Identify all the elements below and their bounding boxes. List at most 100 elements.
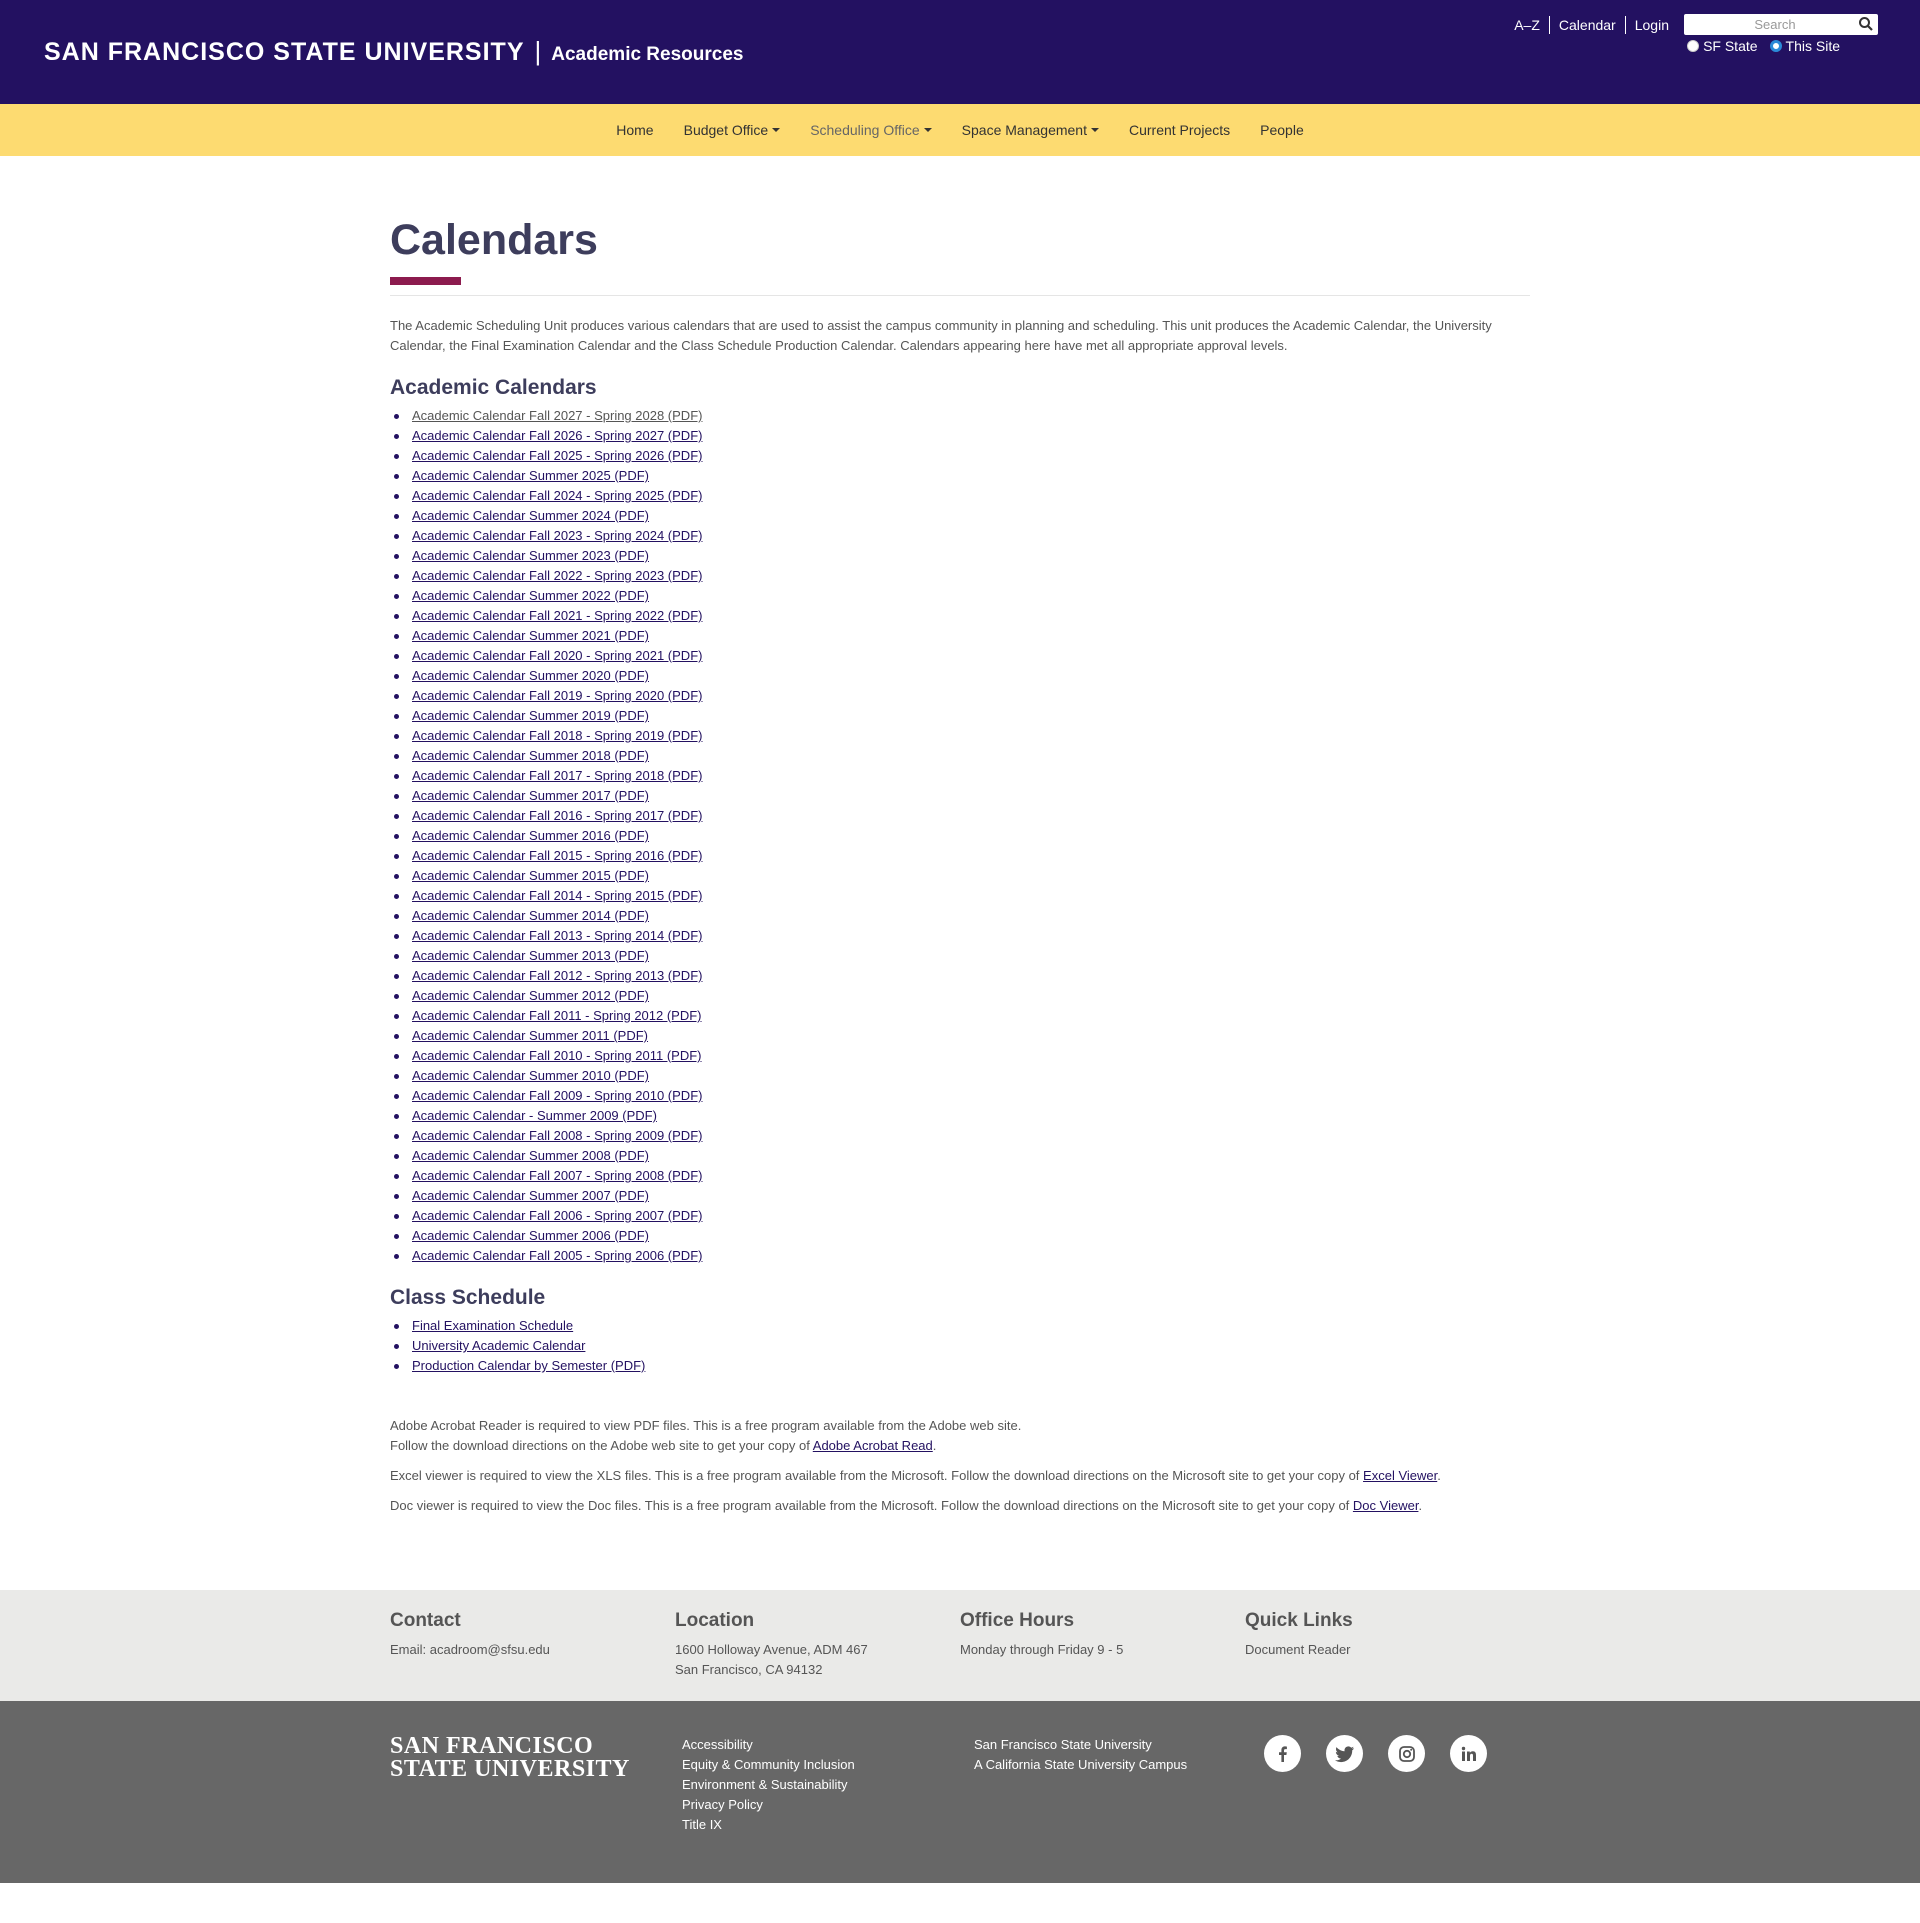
university-name[interactable]: SAN FRANCISCO STATE UNIVERSITY [44, 38, 525, 67]
class-schedule-link[interactable]: Production Calendar by Semester (PDF) [412, 1358, 645, 1373]
academic-calendar-link[interactable]: Academic Calendar Fall 2007 - Spring 200… [412, 1168, 702, 1183]
academic-calendar-link[interactable]: Academic Calendar Summer 2012 (PDF) [412, 988, 649, 1003]
academic-calendar-link[interactable]: Academic Calendar Fall 2016 - Spring 201… [412, 808, 702, 823]
nav-home[interactable]: Home [616, 122, 653, 138]
academic-calendar-link[interactable]: Academic Calendar Summer 2020 (PDF) [412, 668, 649, 683]
radio-thissite[interactable] [1769, 40, 1782, 52]
academic-calendar-link[interactable]: Academic Calendar Fall 2011 - Spring 201… [412, 1008, 702, 1023]
academic-calendar-link[interactable]: Academic Calendar Summer 2023 (PDF) [412, 548, 649, 563]
site-header: SAN FRANCISCO STATE UNIVERSITY | Academi… [0, 0, 1920, 104]
academic-calendar-link[interactable]: Academic Calendar Fall 2005 - Spring 200… [412, 1248, 702, 1263]
footer-links: Accessibility Equity & Community Inclusi… [682, 1735, 974, 1835]
nav-scheduling-office[interactable]: Scheduling Office [810, 122, 932, 138]
login-link[interactable]: Login [1626, 17, 1678, 33]
academic-calendar-link[interactable]: Academic Calendar Summer 2013 (PDF) [412, 948, 649, 963]
academic-calendar-link[interactable]: Academic Calendar Summer 2024 (PDF) [412, 508, 649, 523]
nav-space-management[interactable]: Space Management [962, 122, 1099, 138]
twitter-icon[interactable] [1326, 1735, 1363, 1772]
academic-calendar-link[interactable]: Academic Calendar Fall 2026 - Spring 202… [412, 428, 702, 443]
list-item: Academic Calendar Fall 2015 - Spring 201… [394, 846, 1530, 866]
footer-university-name[interactable]: San Francisco State University [974, 1735, 1266, 1755]
academic-calendar-link[interactable]: Academic Calendar Summer 2025 (PDF) [412, 468, 649, 483]
academic-calendar-link[interactable]: Academic Calendar Fall 2008 - Spring 200… [412, 1128, 702, 1143]
academic-calendar-link[interactable]: Academic Calendar Fall 2014 - Spring 201… [412, 888, 702, 903]
academic-calendar-link[interactable]: Academic Calendar Summer 2018 (PDF) [412, 748, 649, 763]
accessibility-link[interactable]: Accessibility [682, 1735, 974, 1755]
excel-viewer-link[interactable]: Excel Viewer [1363, 1468, 1437, 1483]
academic-calendar-link[interactable]: Academic Calendar Fall 2012 - Spring 201… [412, 968, 702, 983]
linkedin-icon[interactable] [1450, 1735, 1487, 1772]
az-link[interactable]: A–Z [1505, 17, 1549, 33]
doc-viewer-link[interactable]: Doc Viewer [1353, 1498, 1419, 1513]
nav-people[interactable]: People [1260, 122, 1304, 138]
academic-calendar-link[interactable]: Academic Calendar Fall 2022 - Spring 202… [412, 568, 702, 583]
radio-sfstate[interactable] [1687, 40, 1700, 52]
instagram-icon[interactable] [1388, 1735, 1425, 1772]
academic-calendar-link[interactable]: Academic Calendar - Summer 2009 (PDF) [412, 1108, 657, 1123]
academic-calendar-link[interactable]: Academic Calendar Fall 2013 - Spring 201… [412, 928, 702, 943]
location-column: Location 1600 Holloway Avenue, ADM 467 S… [675, 1610, 960, 1680]
list-item: Final Examination Schedule [394, 1316, 1530, 1336]
academic-calendar-link[interactable]: Academic Calendar Fall 2017 - Spring 201… [412, 768, 702, 783]
academic-calendar-link[interactable]: Academic Calendar Summer 2019 (PDF) [412, 708, 649, 723]
nav-budget-office[interactable]: Budget Office [684, 122, 781, 138]
academic-calendar-link[interactable]: Academic Calendar Fall 2020 - Spring 202… [412, 648, 702, 663]
academic-calendar-link[interactable]: Academic Calendar Summer 2017 (PDF) [412, 788, 649, 803]
nav-space-label: Space Management [961, 122, 1087, 138]
academic-calendar-link[interactable]: Academic Calendar Fall 2006 - Spring 200… [412, 1208, 702, 1223]
academic-calendar-link[interactable]: Academic Calendar Fall 2024 - Spring 202… [412, 488, 702, 503]
academic-calendar-link[interactable]: Academic Calendar Summer 2010 (PDF) [412, 1068, 649, 1083]
list-item: Academic Calendar Summer 2023 (PDF) [394, 546, 1530, 566]
scope-thissite[interactable]: This Site [1769, 38, 1840, 54]
footer-csu-campus[interactable]: A California State University Campus [974, 1755, 1266, 1775]
academic-calendar-link[interactable]: Academic Calendar Fall 2027 - Spring 202… [412, 408, 702, 423]
nav-current-projects[interactable]: Current Projects [1129, 122, 1230, 138]
period: . [1418, 1498, 1423, 1513]
academic-calendar-link[interactable]: Academic Calendar Summer 2006 (PDF) [412, 1228, 649, 1243]
sfsu-logo[interactable]: SAN FRANCISCO STATE UNIVERSITY [390, 1734, 682, 1835]
social-links [1264, 1735, 1487, 1835]
academic-calendar-link[interactable]: Academic Calendar Summer 2015 (PDF) [412, 868, 649, 883]
academic-calendar-link[interactable]: Academic Calendar Fall 2015 - Spring 201… [412, 848, 702, 863]
document-reader-link[interactable]: Document Reader [1245, 1640, 1530, 1660]
academic-calendar-link[interactable]: Academic Calendar Summer 2008 (PDF) [412, 1148, 649, 1163]
list-item: Academic Calendar Fall 2020 - Spring 202… [394, 646, 1530, 666]
class-schedule-link[interactable]: University Academic Calendar [412, 1338, 585, 1353]
academic-calendar-link[interactable]: Academic Calendar Summer 2011 (PDF) [412, 1028, 648, 1043]
list-item: Academic Calendar Summer 2015 (PDF) [394, 866, 1530, 886]
academic-calendar-list: Academic Calendar Fall 2027 - Spring 202… [390, 406, 1530, 1266]
academic-calendar-link[interactable]: Academic Calendar Summer 2016 (PDF) [412, 828, 649, 843]
academic-calendar-link[interactable]: Academic Calendar Fall 2025 - Spring 202… [412, 448, 702, 463]
nav-budget-label: Budget Office [683, 122, 769, 138]
search-input[interactable] [1684, 14, 1854, 35]
nav-scheduling-label: Scheduling Office [810, 122, 920, 138]
title-ix-link[interactable]: Title IX [682, 1815, 974, 1835]
academic-calendar-link[interactable]: Academic Calendar Summer 2007 (PDF) [412, 1188, 649, 1203]
privacy-link[interactable]: Privacy Policy [682, 1795, 974, 1815]
academic-calendar-link[interactable]: Academic Calendar Summer 2014 (PDF) [412, 908, 649, 923]
list-item: Academic Calendar Fall 2026 - Spring 202… [394, 426, 1530, 446]
acrobat-link[interactable]: Adobe Acrobat Read [813, 1438, 933, 1453]
academic-calendar-link[interactable]: Academic Calendar Summer 2022 (PDF) [412, 588, 649, 603]
academic-calendar-link[interactable]: Academic Calendar Fall 2018 - Spring 201… [412, 728, 702, 743]
location-line2: San Francisco, CA 94132 [675, 1662, 823, 1677]
calendar-link[interactable]: Calendar [1550, 17, 1625, 33]
facebook-icon[interactable] [1264, 1735, 1301, 1772]
scope-sfstate[interactable]: SF State [1687, 38, 1758, 54]
search-icon[interactable] [1858, 16, 1874, 32]
academic-calendar-link[interactable]: Academic Calendar Fall 2019 - Spring 202… [412, 688, 702, 703]
site-name[interactable]: Academic Resources [551, 44, 743, 66]
list-item: Academic Calendar Summer 2019 (PDF) [394, 706, 1530, 726]
main-nav: Home Budget Office Scheduling Office Spa… [0, 104, 1920, 156]
academic-calendar-link[interactable]: Academic Calendar Fall 2021 - Spring 202… [412, 608, 702, 623]
class-schedule-link[interactable]: Final Examination Schedule [412, 1318, 573, 1333]
academic-calendar-link[interactable]: Academic Calendar Fall 2009 - Spring 201… [412, 1088, 702, 1103]
academic-calendar-link[interactable]: Academic Calendar Fall 2010 - Spring 201… [412, 1048, 702, 1063]
brand-separator: | [534, 36, 542, 66]
environment-link[interactable]: Environment & Sustainability [682, 1775, 974, 1795]
list-item: Academic Calendar Summer 2018 (PDF) [394, 746, 1530, 766]
list-item: Academic Calendar - Summer 2009 (PDF) [394, 1106, 1530, 1126]
academic-calendar-link[interactable]: Academic Calendar Summer 2021 (PDF) [412, 628, 649, 643]
equity-link[interactable]: Equity & Community Inclusion [682, 1755, 974, 1775]
academic-calendar-link[interactable]: Academic Calendar Fall 2023 - Spring 202… [412, 528, 702, 543]
